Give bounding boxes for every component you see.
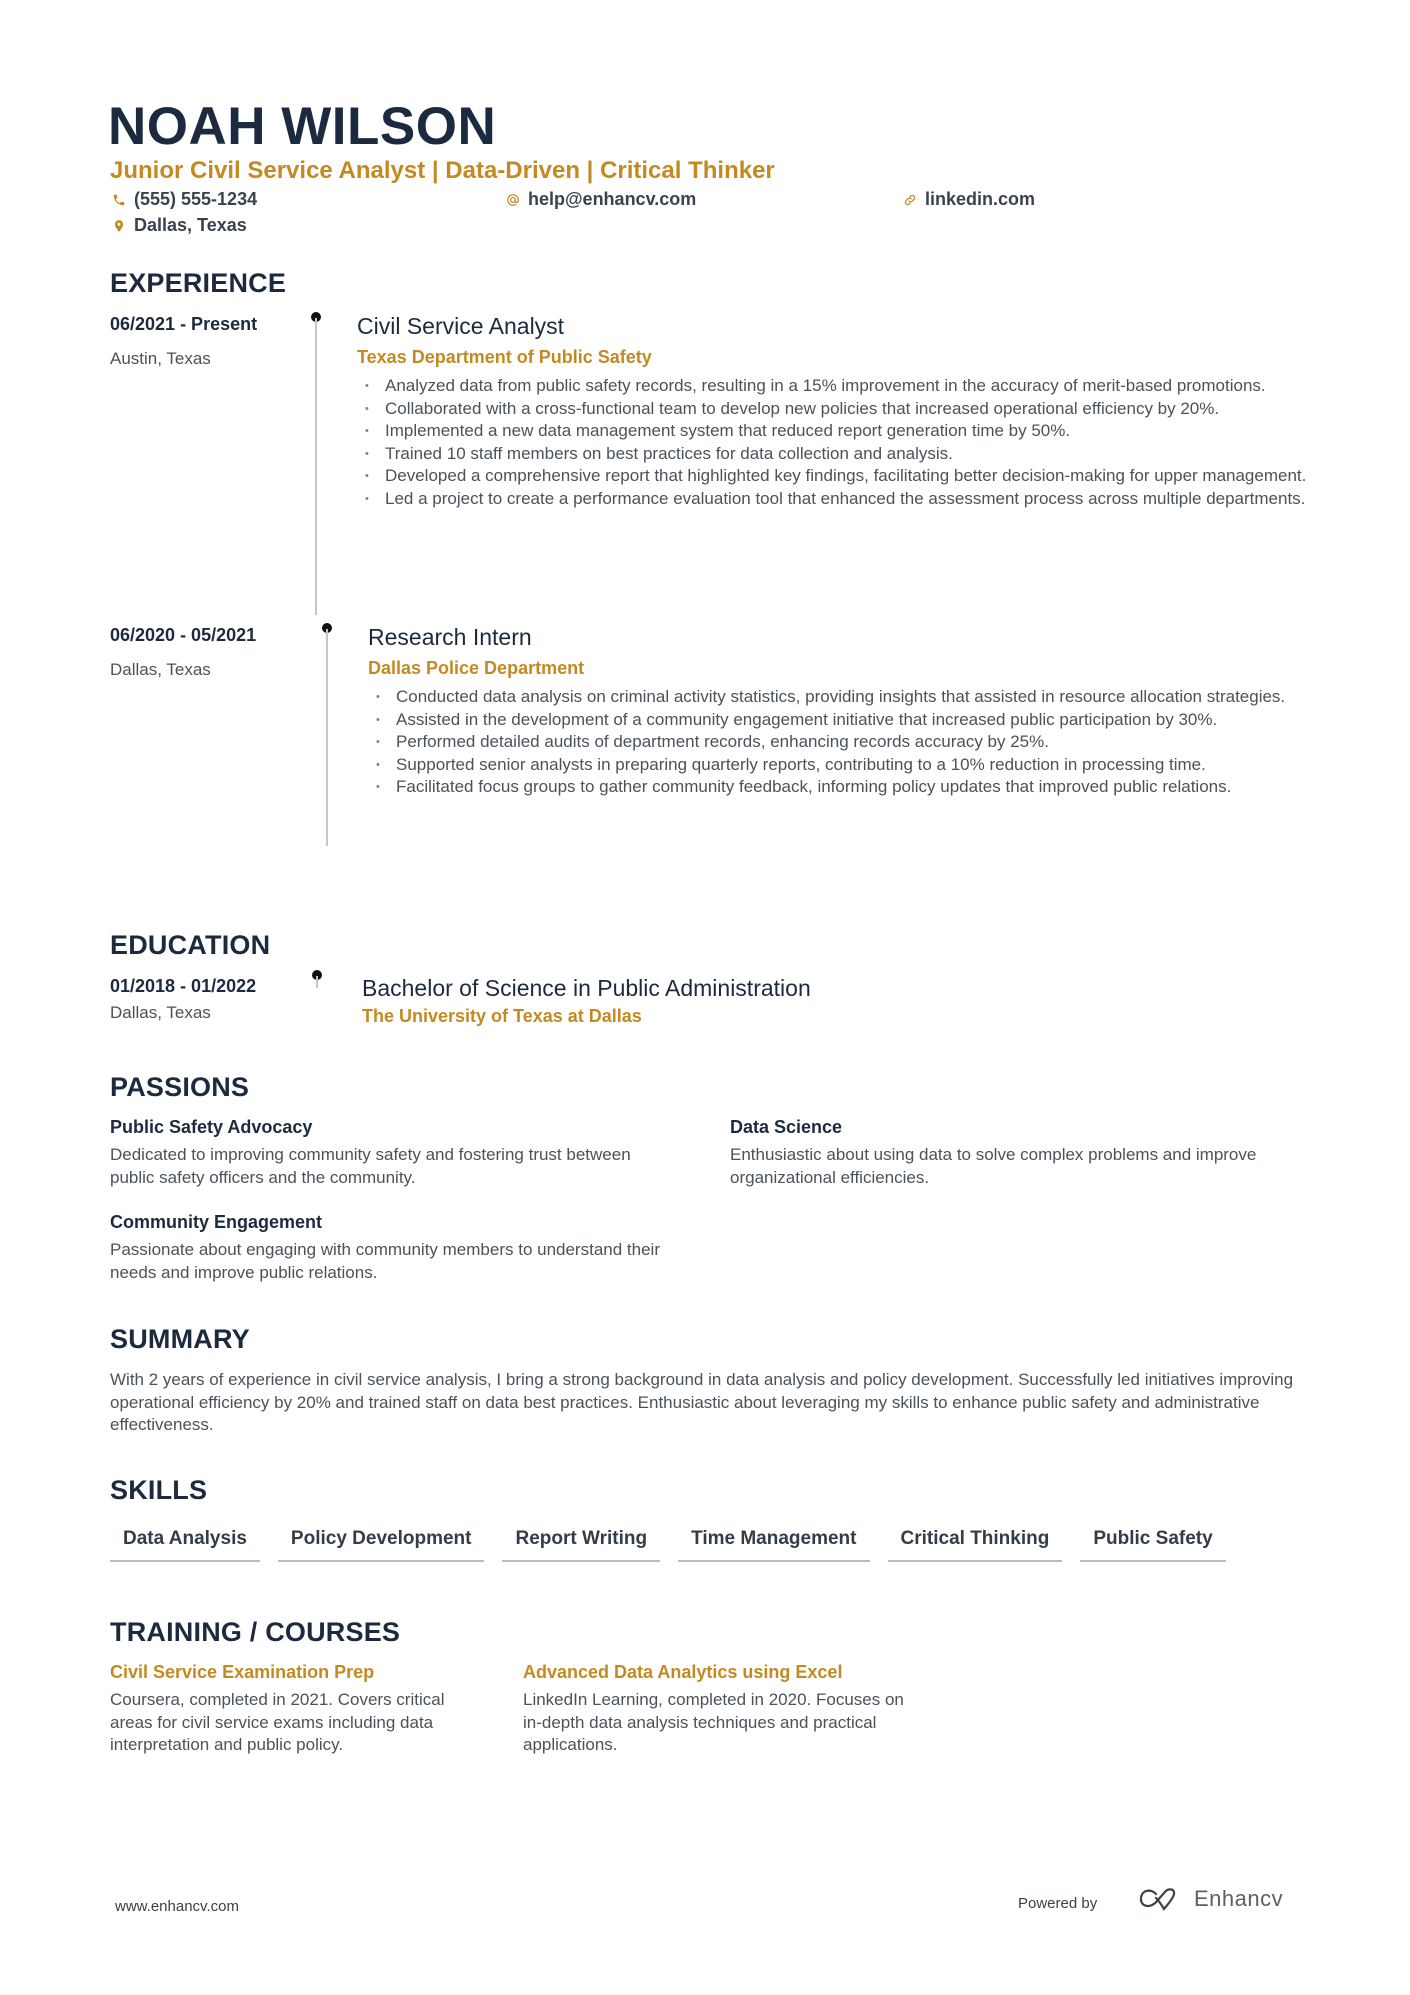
course-description: Coursera, completed in 2021. Covers crit… — [110, 1690, 445, 1755]
bullet: Developed a comprehensive report that hi… — [357, 465, 1307, 488]
passion-description: Passionate about engaging with community… — [110, 1240, 660, 1282]
linkedin-url[interactable]: linkedin.com — [925, 189, 1035, 210]
timeline-line — [326, 629, 328, 846]
skill-tag: Public Safety — [1080, 1525, 1226, 1562]
course-item: Civil Service Examination Prep Coursera,… — [110, 1662, 470, 1757]
skills-heading: SKILLS — [110, 1475, 208, 1505]
skill-tag: Time Management — [678, 1525, 870, 1562]
enhancv-infinity-icon — [1139, 1888, 1176, 1911]
experience-item: 06/2020 - 05/2021 Dallas, Texas — [110, 625, 256, 680]
bullet: Collaborated with a cross-functional tea… — [357, 398, 1307, 421]
contact-linkedin[interactable]: linkedin.com — [903, 189, 1035, 210]
education-degree: Bachelor of Science in Public Administra… — [362, 975, 811, 1001]
experience-content: Civil Service Analyst Texas Department o… — [357, 313, 1307, 511]
phone-icon — [113, 194, 125, 205]
footer-website-link[interactable]: www.enhancv.com — [115, 1898, 239, 1915]
phone-number: (555) 555-1234 — [134, 189, 258, 209]
contact-phone: (555) 555-1234 — [112, 189, 257, 210]
bullet: Performed detailed audits of department … — [368, 731, 1308, 754]
experience-date: 06/2021 - Present — [110, 314, 258, 334]
passion-description: Enthusiastic about using data to solve c… — [730, 1145, 1257, 1187]
experience-item: 06/2021 - Present Austin, Texas — [110, 314, 257, 369]
experience-company: Dallas Police Department — [368, 658, 585, 678]
bullet: Facilitated focus groups to gather commu… — [368, 776, 1308, 799]
training-heading: TRAINING / COURSES — [110, 1617, 401, 1647]
timeline-line — [316, 976, 318, 988]
candidate-name: NOAH WILSON — [108, 97, 497, 156]
bullet: Assisted in the development of a communi… — [368, 709, 1308, 732]
experience-bullets: Conducted data analysis on criminal acti… — [368, 686, 1308, 799]
skill-tag: Report Writing — [502, 1525, 661, 1562]
bullet: Conducted data analysis on criminal acti… — [368, 686, 1308, 709]
skill-tag: Policy Development — [277, 1525, 485, 1562]
at-icon — [507, 193, 519, 206]
summary-text: With 2 years of experience in civil serv… — [110, 1370, 1294, 1435]
course-title: Advanced Data Analytics using Excel — [523, 1662, 843, 1682]
education-item: 01/2018 - 01/2022 Dallas, Texas — [110, 976, 256, 1023]
summary-heading: SUMMARY — [110, 1324, 250, 1354]
passion-item: Data Science Enthusiastic about using da… — [730, 1117, 1300, 1189]
bullet: Led a project to create a performance ev… — [357, 488, 1307, 511]
experience-heading: EXPERIENCE — [110, 268, 287, 298]
passion-item: Community Engagement Passionate about en… — [110, 1212, 670, 1284]
experience-location: Austin, Texas — [110, 349, 211, 368]
bullet: Analyzed data from public safety records… — [357, 375, 1307, 398]
skills-list: Data Analysis Policy Development Report … — [110, 1525, 1226, 1562]
passion-item: Public Safety Advocacy Dedicated to impr… — [110, 1117, 670, 1189]
experience-role: Civil Service Analyst — [357, 313, 565, 339]
education-content: Bachelor of Science in Public Administra… — [362, 975, 1262, 1027]
link-icon — [904, 194, 916, 205]
bullet: Implemented a new data management system… — [357, 420, 1307, 443]
course-item: Advanced Data Analytics using Excel Link… — [523, 1662, 923, 1757]
passion-title: Data Science — [730, 1117, 843, 1137]
experience-bullets: Analyzed data from public safety records… — [357, 375, 1307, 511]
location-text: Dallas, Texas — [134, 215, 247, 235]
email-address[interactable]: help@enhancv.com — [528, 189, 696, 210]
passion-title: Community Engagement — [110, 1212, 323, 1232]
education-location: Dallas, Texas — [110, 1003, 211, 1022]
course-description: LinkedIn Learning, completed in 2020. Fo… — [523, 1690, 904, 1755]
location-pin-icon — [114, 219, 124, 232]
experience-content: Research Intern Dallas Police Department… — [368, 624, 1308, 799]
education-date: 01/2018 - 01/2022 — [110, 976, 257, 996]
experience-role: Research Intern — [368, 624, 532, 650]
experience-company: Texas Department of Public Safety — [357, 347, 652, 367]
skill-tag: Critical Thinking — [887, 1525, 1063, 1562]
timeline-line — [315, 318, 317, 615]
course-title: Civil Service Examination Prep — [110, 1662, 375, 1682]
contact-location: Dallas, Texas — [112, 215, 247, 236]
passion-description: Dedicated to improving community safety … — [110, 1145, 631, 1187]
enhancv-brand-name: Enhancv — [1194, 1886, 1284, 1911]
bullet: Supported senior analysts in preparing q… — [368, 754, 1308, 777]
bullet: Trained 10 staff members on best practic… — [357, 443, 1307, 466]
education-school: The University of Texas at Dallas — [362, 1006, 642, 1026]
skill-tag: Data Analysis — [110, 1525, 260, 1562]
education-heading: EDUCATION — [110, 930, 271, 960]
contact-email[interactable]: help@enhancv.com — [506, 189, 696, 210]
candidate-tagline: Junior Civil Service Analyst | Data-Driv… — [110, 157, 775, 184]
passion-title: Public Safety Advocacy — [110, 1117, 313, 1137]
powered-by-label: Powered by — [1018, 1895, 1098, 1912]
experience-location: Dallas, Texas — [110, 660, 211, 679]
enhancv-logo[interactable]: Enhancv — [1136, 1886, 1283, 1912]
passions-heading: PASSIONS — [110, 1072, 250, 1102]
experience-date: 06/2020 - 05/2021 — [110, 625, 257, 645]
